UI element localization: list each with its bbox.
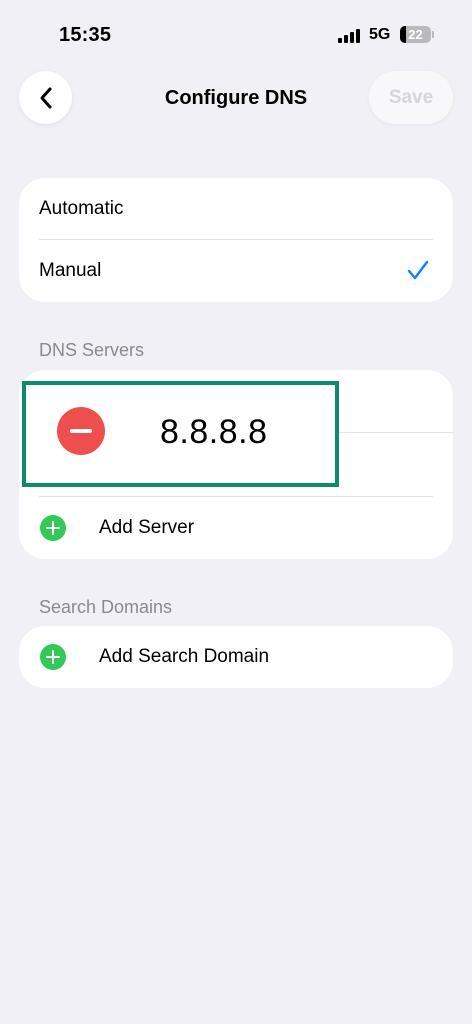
add-search-domain-row[interactable]: Add Search Domain <box>19 626 453 688</box>
server-row-highlight: 8.8.8.8 <box>22 381 339 487</box>
remove-server-button[interactable] <box>57 407 105 455</box>
option-label: Automatic <box>39 198 124 219</box>
dns-server-value[interactable]: 8.8.8.8 <box>160 413 267 452</box>
add-server-label: Add Server <box>99 517 195 538</box>
search-domains-group: Add Search Domain <box>19 626 453 688</box>
add-icon <box>40 644 66 670</box>
dns-mode-group: Automatic Manual <box>19 178 453 302</box>
divider <box>319 432 453 433</box>
option-automatic[interactable]: Automatic <box>19 178 453 240</box>
battery-level: 22 <box>408 27 423 42</box>
save-button[interactable]: Save <box>369 71 453 124</box>
status-time: 15:35 <box>59 24 112 46</box>
add-search-domain-label: Add Search Domain <box>99 646 270 667</box>
add-icon <box>40 515 66 541</box>
option-manual[interactable]: Manual <box>19 240 453 302</box>
status-bar: 15:35 5G 22 <box>0 0 472 60</box>
battery-icon: 22 <box>400 26 431 43</box>
add-server-row[interactable]: Add Server <box>19 497 453 559</box>
battery-cap <box>432 31 434 38</box>
section-header-search-domains: Search Domains <box>39 597 173 617</box>
network-type: 5G <box>369 26 391 43</box>
cellular-signal-icon <box>338 29 360 43</box>
option-label: Manual <box>39 260 102 281</box>
checkmark-icon <box>407 260 429 280</box>
section-header-dns-servers: DNS Servers <box>39 340 145 360</box>
